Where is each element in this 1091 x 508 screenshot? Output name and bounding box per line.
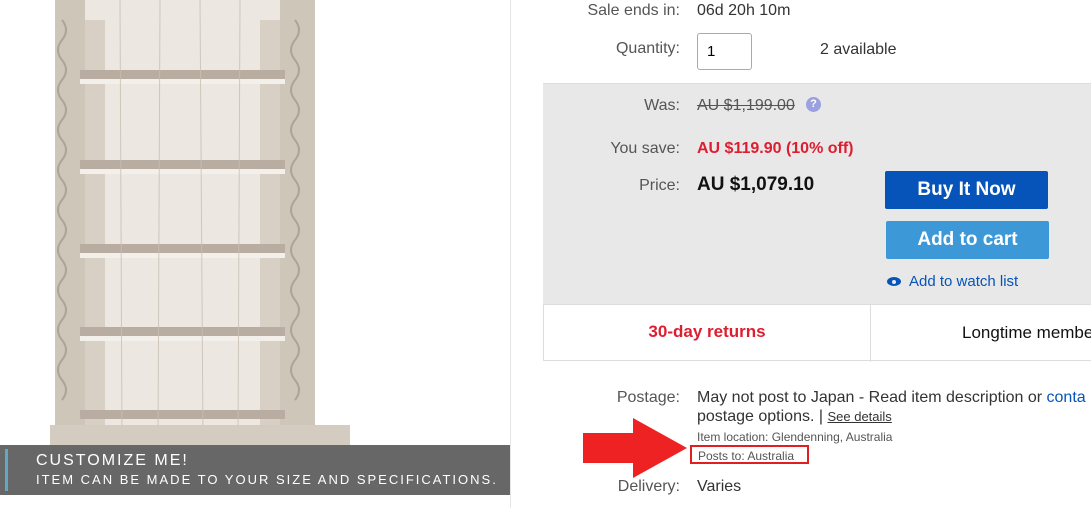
watch-list-label: Add to watch list <box>909 273 1019 290</box>
quantity-input[interactable] <box>697 33 752 70</box>
buy-it-now-button[interactable]: Buy It Now <box>885 171 1048 209</box>
sale-ends-value: 06d 20h 10m <box>697 2 791 19</box>
banner-accent-bar <box>5 449 8 491</box>
posts-to-highlight: Posts to: Australia <box>690 445 809 464</box>
banner-title: CUSTOMIZE ME! <box>36 452 189 469</box>
contact-seller-link[interactable]: conta <box>1047 389 1086 406</box>
help-icon[interactable]: ? <box>806 97 821 112</box>
item-location: Item location: Glendenning, Australia <box>697 430 893 444</box>
red-arrow-icon <box>583 418 687 478</box>
postage-options-text: postage options. | <box>697 408 828 425</box>
you-save-value: AU $119.90 (10% off) <box>697 140 854 157</box>
bookshelf-image <box>50 0 350 445</box>
sale-ends-label: Sale ends in: <box>587 2 680 19</box>
was-label: Was: <box>644 97 680 114</box>
posts-to-text: Posts to: Australia <box>698 449 795 463</box>
price-value: AU $1,079.10 <box>697 174 815 195</box>
member-badge: Longtime membe <box>962 323 1091 342</box>
badges-row: 30-day returns Longtime membe <box>543 304 1091 362</box>
customize-banner: CUSTOMIZE ME! ITEM CAN BE MADE TO YOUR S… <box>0 445 510 495</box>
price-label: Price: <box>639 177 680 194</box>
add-to-watch-list-link[interactable]: Add to watch list <box>887 273 1018 290</box>
product-image-panel[interactable]: CUSTOMIZE ME! ITEM CAN BE MADE TO YOUR S… <box>0 0 511 508</box>
quantity-available: 2 available <box>820 41 897 58</box>
badge-divider <box>870 305 871 362</box>
see-details-link[interactable]: See details <box>827 409 891 424</box>
banner-subtitle: ITEM CAN BE MADE TO YOUR SIZE AND SPECIF… <box>36 472 498 487</box>
add-to-cart-button[interactable]: Add to cart <box>886 221 1049 259</box>
postage-text: May not post to Japan - Read item descri… <box>697 389 1047 406</box>
postage-label: Postage: <box>616 389 680 406</box>
postage-line-1: May not post to Japan - Read item descri… <box>697 389 1086 407</box>
delivery-value: Varies <box>697 478 742 495</box>
was-price: AU $1,199.00 <box>697 97 795 114</box>
returns-badge[interactable]: 30-day returns <box>544 322 870 342</box>
postage-line-2: postage options. | See details <box>697 408 892 426</box>
quantity-label: Quantity: <box>615 40 680 57</box>
eye-icon <box>887 277 901 286</box>
delivery-label: Delivery: <box>617 478 680 495</box>
you-save-label: You save: <box>610 140 680 157</box>
